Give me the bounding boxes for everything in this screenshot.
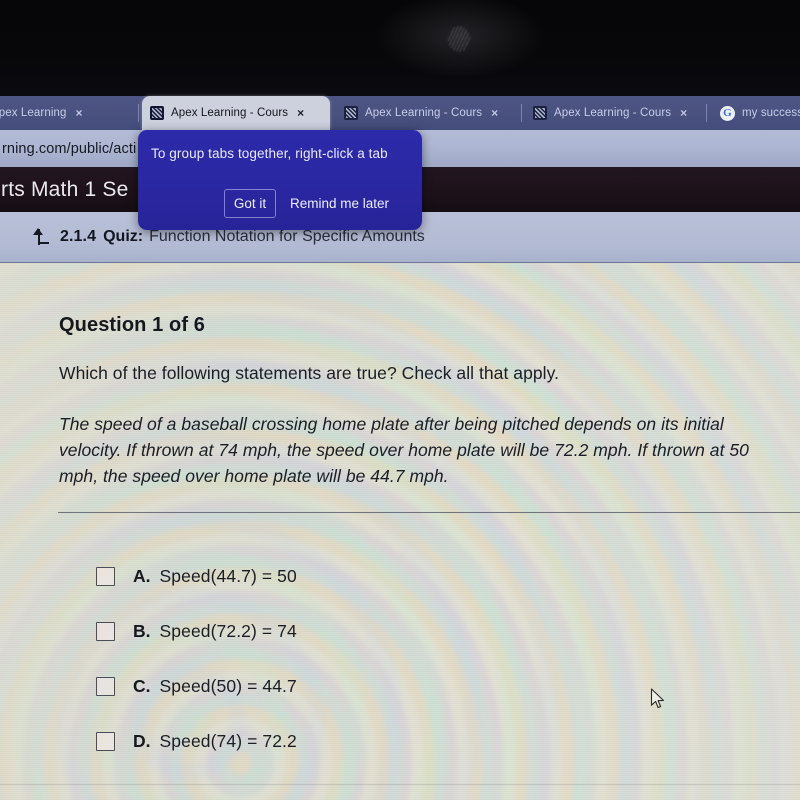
close-icon[interactable]: ×: [491, 107, 498, 119]
option-text: Speed(74) = 72.2: [159, 731, 297, 751]
lesson-title: Function Notation for Specific Amounts: [149, 228, 425, 245]
screenshot-root: Apex Learning × Apex Learning - Cours × …: [0, 0, 800, 800]
question-body-text: The speed of a baseball crossing home pl…: [59, 414, 749, 486]
url-text: rning.com/public/acti: [2, 140, 137, 157]
option-letter: D.: [133, 731, 151, 751]
answer-option-d[interactable]: D. Speed(74) = 72.2: [0, 714, 800, 769]
answer-option-b[interactable]: B. Speed(72.2) = 74: [0, 604, 800, 659]
question-heading: Question 1 of 6: [59, 314, 205, 336]
apex-favicon-icon: [150, 106, 164, 120]
tab-group-tooltip-popup: To group tabs together, right-click a ta…: [138, 130, 422, 230]
tooltip-message: To group tabs together, right-click a ta…: [151, 146, 388, 161]
answer-option-c[interactable]: C. Speed(50) = 44.7: [0, 659, 800, 714]
tab-title: Apex Learning - Cours: [171, 107, 289, 119]
tab-separator: [706, 104, 707, 122]
option-letter: B.: [133, 621, 151, 641]
apex-favicon-icon: [344, 106, 358, 120]
screen-glare-smudge: [448, 26, 470, 52]
content-divider: [58, 512, 800, 513]
apex-favicon-icon: [533, 106, 547, 120]
quiz-content-area: Question 1 of 6 Which of the following s…: [0, 263, 800, 800]
close-icon[interactable]: ×: [297, 107, 304, 119]
close-icon[interactable]: ×: [75, 107, 82, 119]
remind-me-later-button[interactable]: Remind me later: [290, 189, 389, 218]
option-letter: A.: [133, 566, 151, 586]
browser-tab-strip: Apex Learning × Apex Learning - Cours × …: [0, 96, 800, 130]
tab-title: Apex Learning - Cours: [554, 107, 672, 119]
tab-title: my success: [742, 107, 800, 119]
browser-tab-2[interactable]: Apex Learning - Cours ×: [336, 96, 524, 130]
monitor-bezel-top: [0, 0, 800, 96]
checkbox-c[interactable]: [96, 677, 115, 696]
up-arrow-return-icon[interactable]: [30, 227, 51, 248]
tab-title: Apex Learning - Cours: [365, 107, 483, 119]
checkbox-d[interactable]: [96, 732, 115, 751]
answer-options-list: A. Speed(44.7) = 50 B. Speed(72.2) = 74 …: [0, 549, 800, 769]
lesson-kind-label: Quiz:: [103, 228, 144, 245]
up-arrow-head: [33, 227, 44, 235]
browser-tab-4[interactable]: G my success: [712, 96, 800, 130]
option-text: Speed(44.7) = 50: [159, 566, 297, 586]
checkbox-b[interactable]: [96, 622, 115, 641]
browser-tab-0[interactable]: Apex Learning ×: [0, 96, 134, 130]
tab-title: Apex Learning: [0, 107, 67, 119]
course-title: rts Math 1 Se: [1, 177, 129, 201]
tab-separator: [138, 104, 139, 122]
lesson-number: 2.1.4: [60, 228, 97, 245]
bottom-edge-line: [0, 784, 800, 785]
close-icon[interactable]: ×: [680, 107, 687, 119]
option-text: Speed(72.2) = 74: [159, 621, 297, 641]
google-g-icon: G: [720, 105, 735, 121]
option-text: Speed(50) = 44.7: [159, 676, 297, 696]
checkbox-a[interactable]: [96, 567, 115, 586]
answer-option-a[interactable]: A. Speed(44.7) = 50: [0, 549, 800, 604]
got-it-button[interactable]: Got it: [224, 189, 276, 218]
browser-tab-1-active[interactable]: Apex Learning - Cours ×: [142, 96, 330, 130]
option-letter: C.: [133, 676, 151, 696]
question-prompt: Which of the following statements are tr…: [59, 363, 559, 383]
browser-tab-3[interactable]: Apex Learning - Cours ×: [525, 96, 711, 130]
tab-separator: [521, 104, 522, 122]
